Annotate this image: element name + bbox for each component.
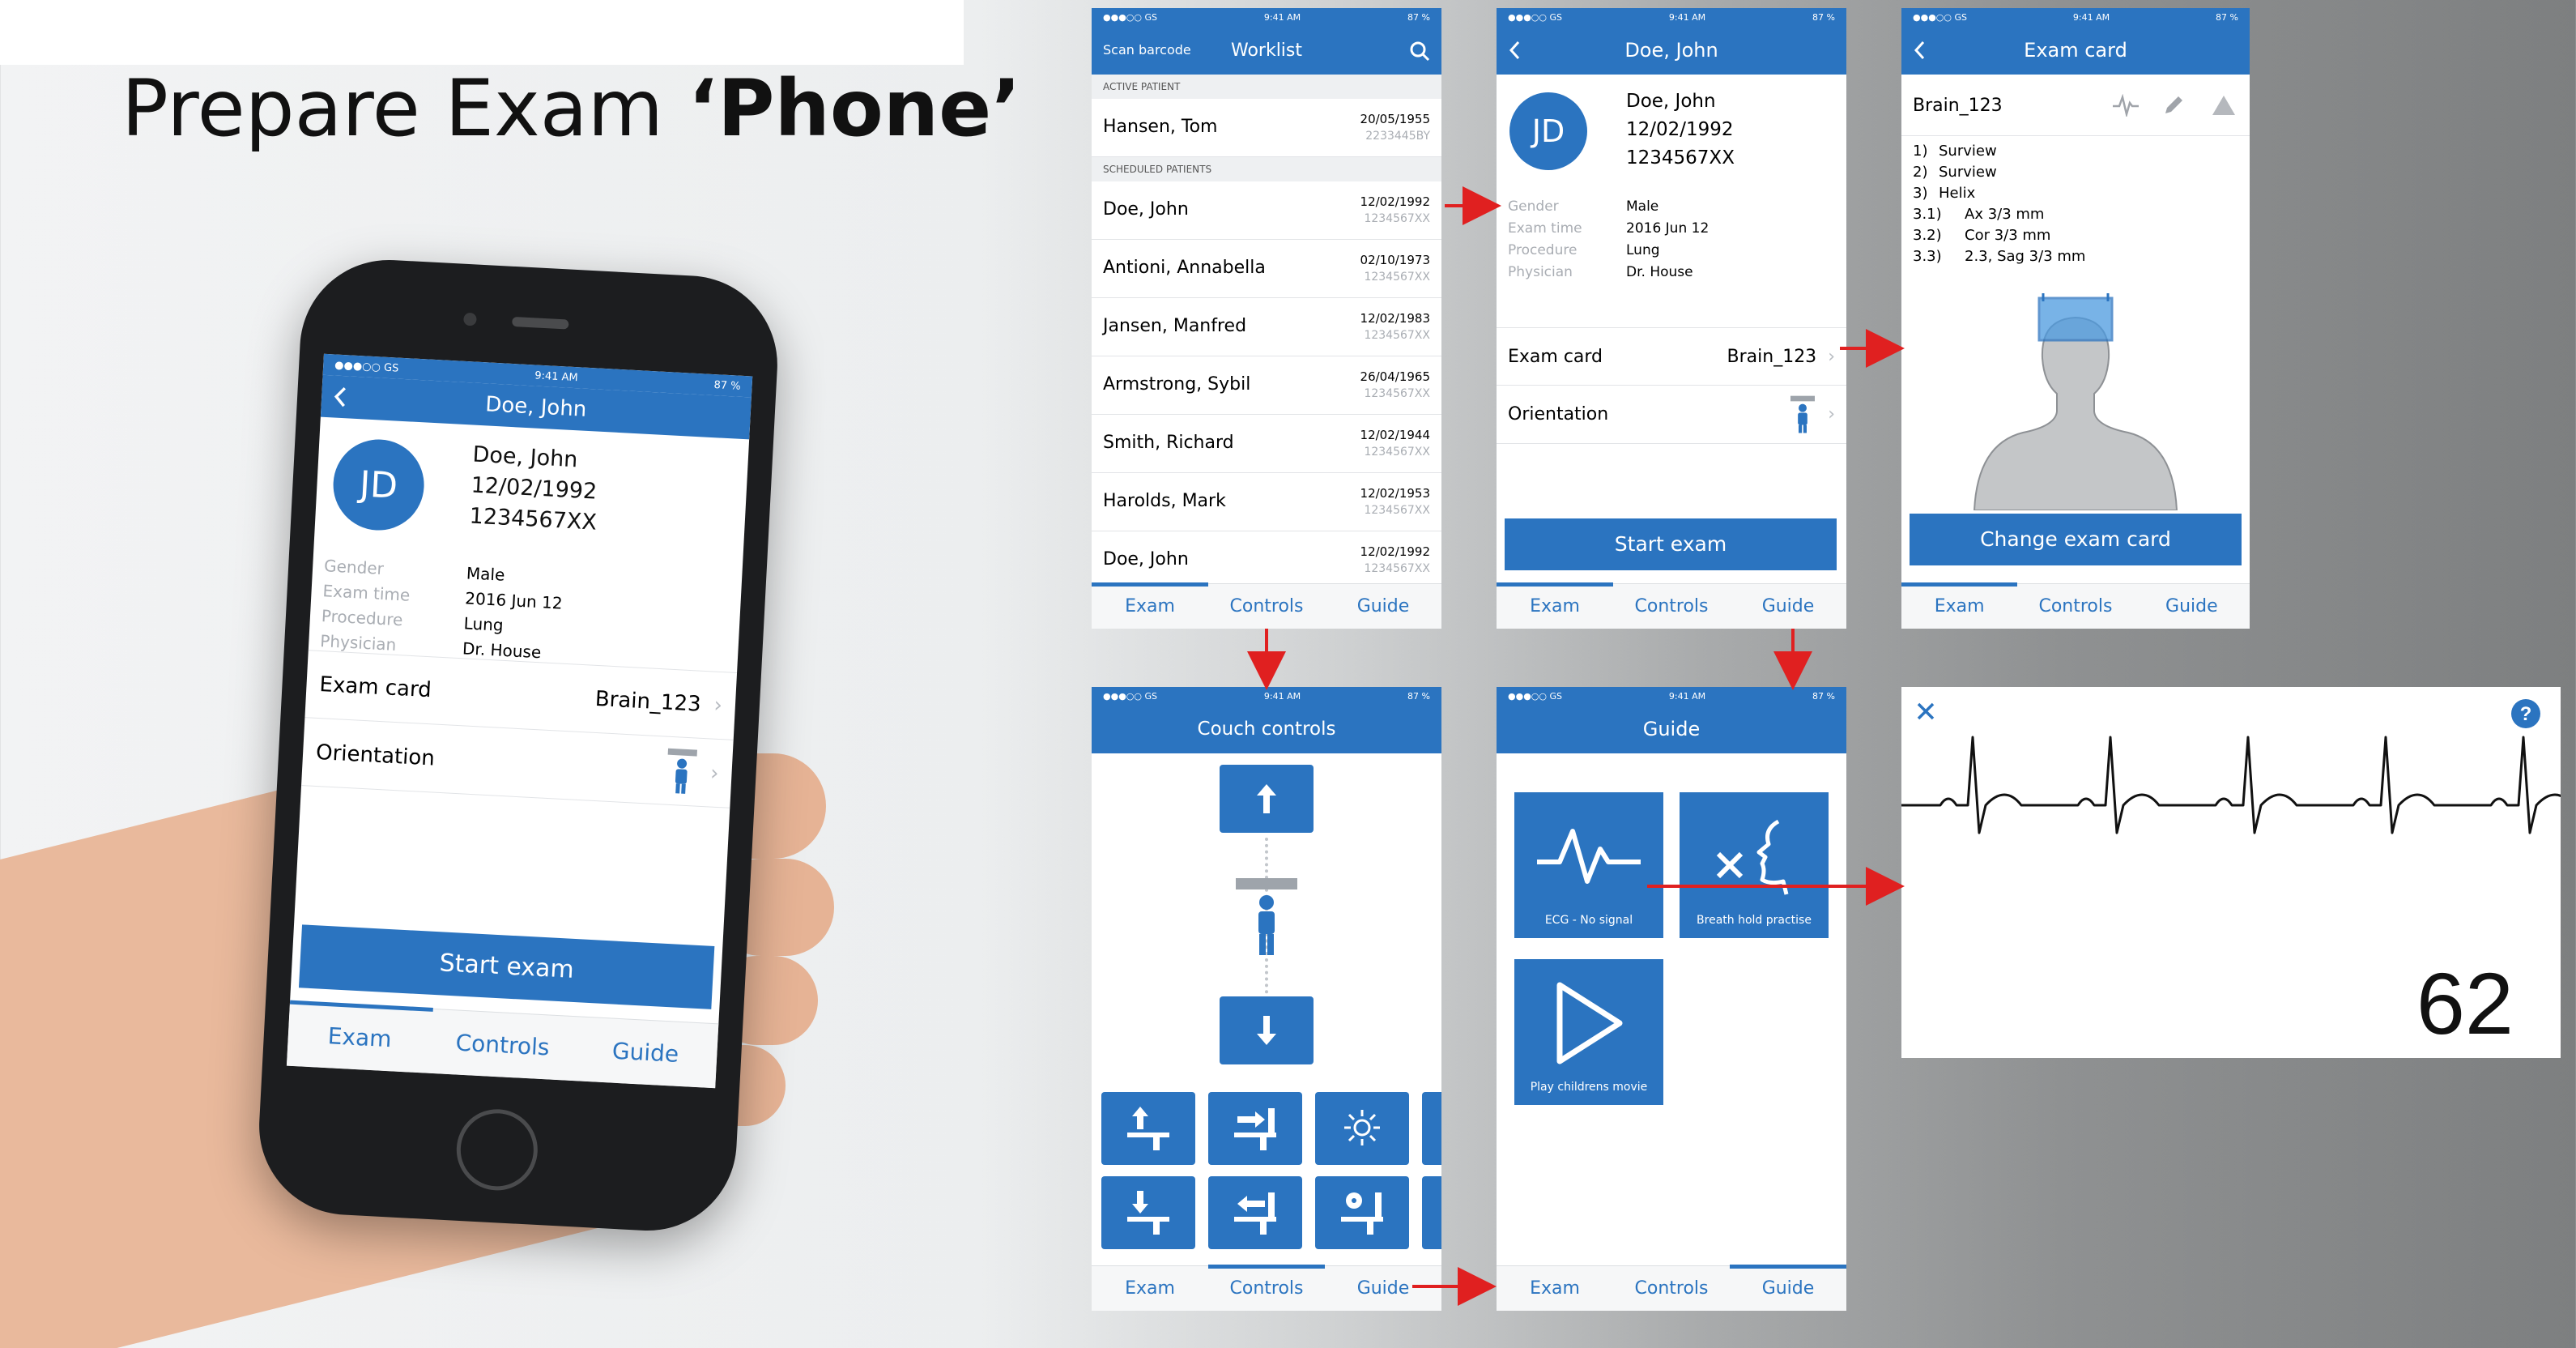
flow-arrows <box>1247 186 1905 1306</box>
